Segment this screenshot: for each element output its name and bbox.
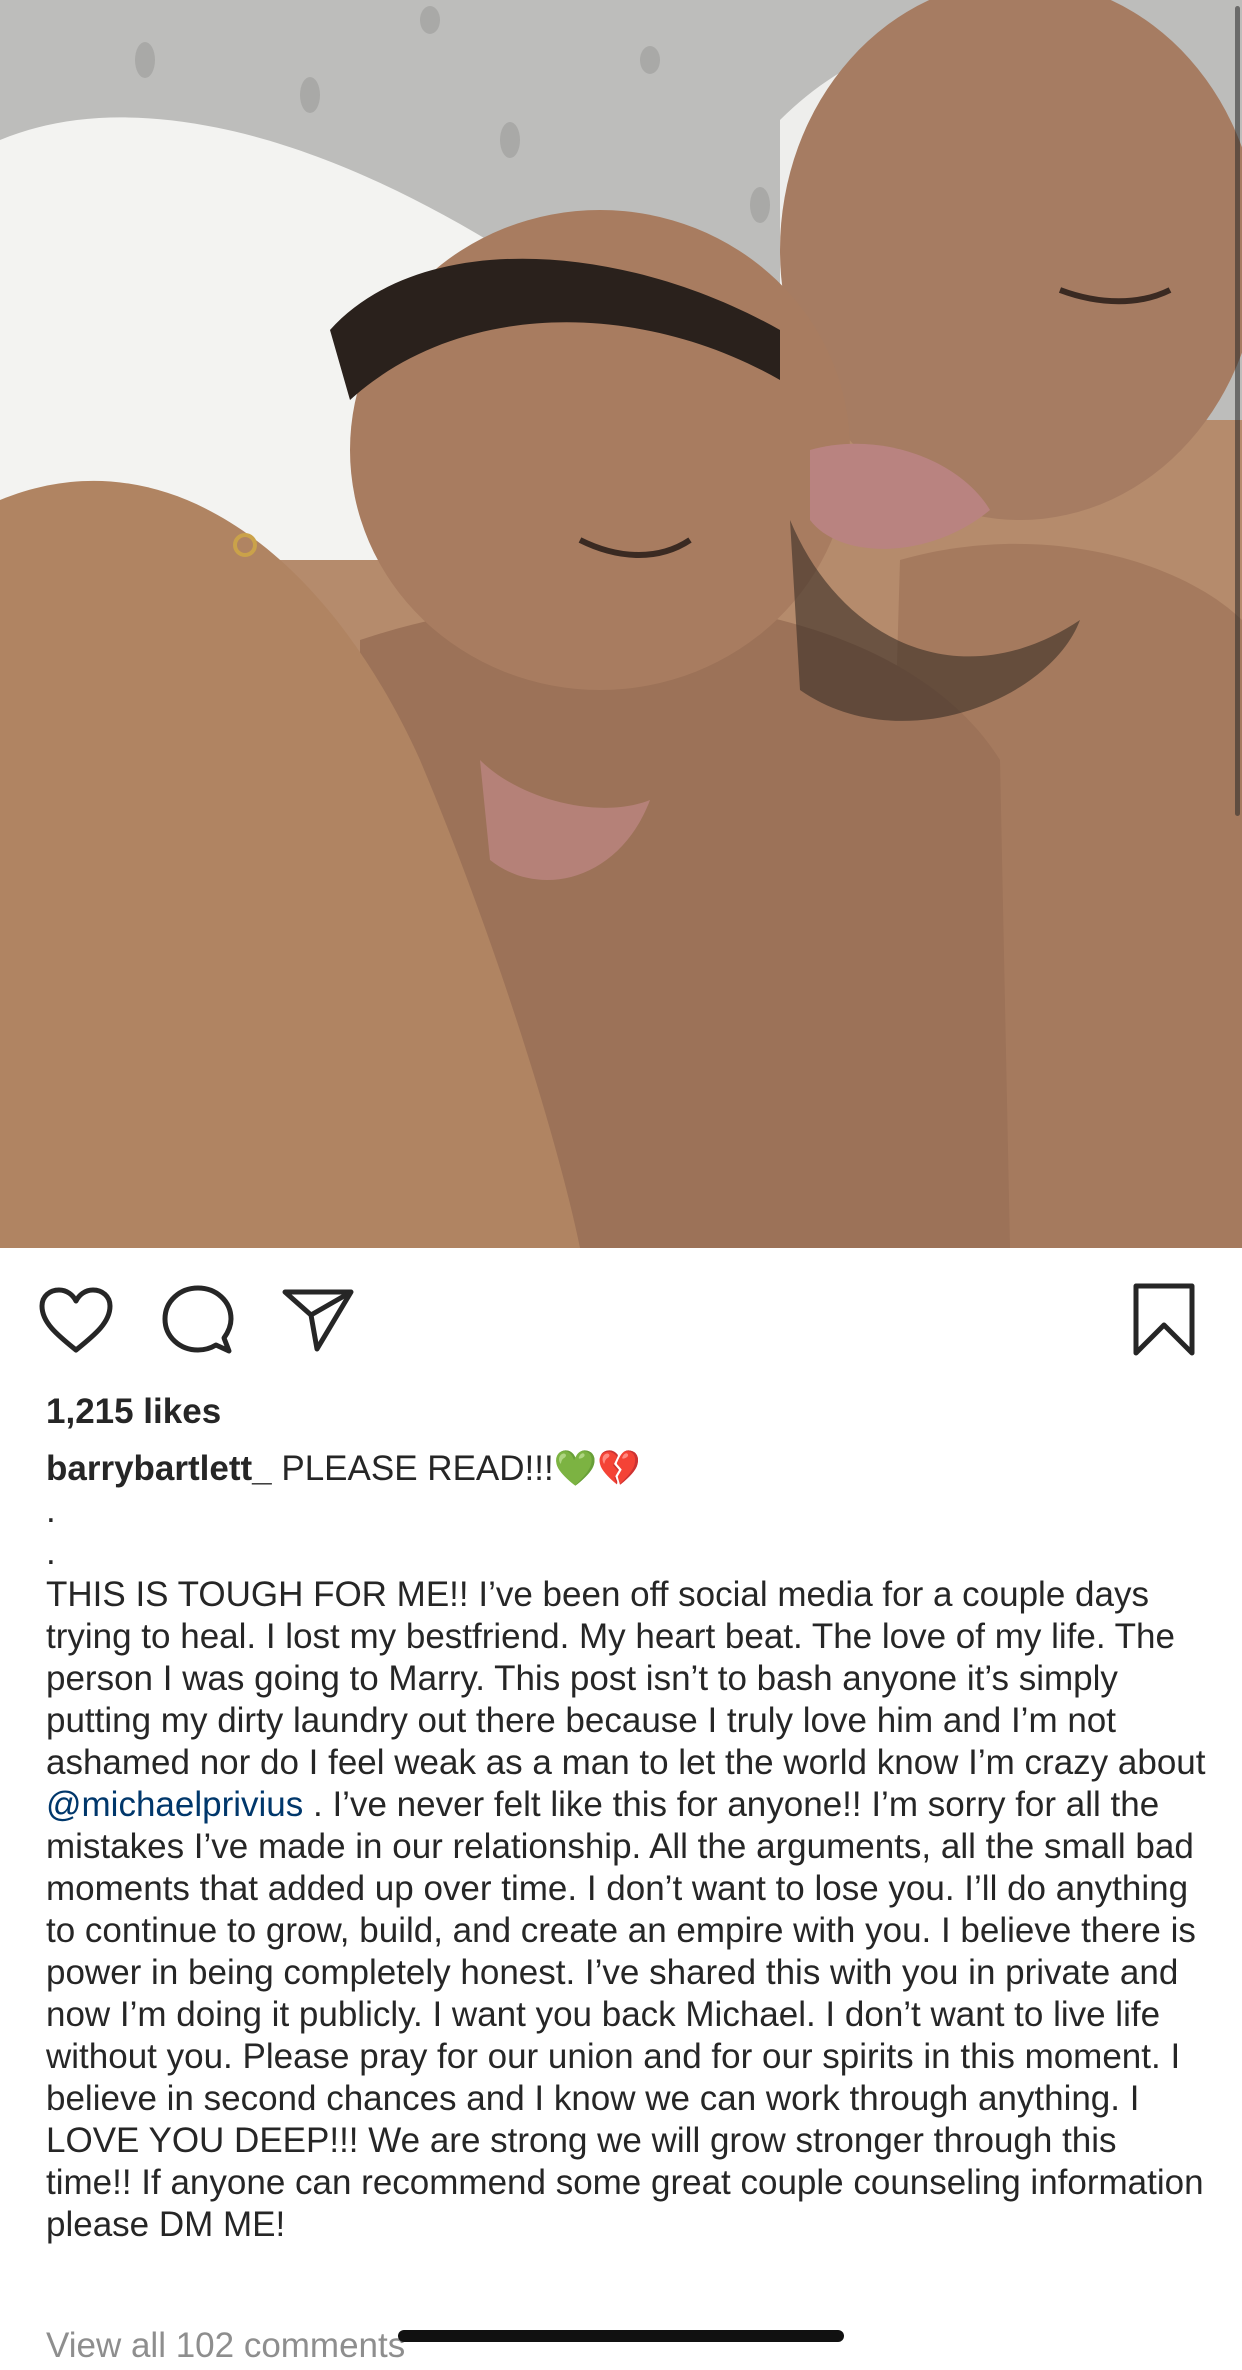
post-action-bar [0,1248,1242,1388]
home-indicator[interactable] [398,2330,844,2342]
broken-heart-icon: 💔 [597,1449,641,1488]
share-button[interactable] [278,1280,358,1360]
caption-body: THIS IS TOUGH FOR ME!! I’ve been off soc… [46,1574,1206,2246]
post-caption: barrybartlett_ PLEASE READ!!!💚💔 . . THIS… [46,1448,1206,2246]
caption-text: . I’ve never felt like this for anyone!!… [46,1785,1204,2244]
bookmark-icon [1133,1283,1195,1356]
heart-icon [39,1287,113,1353]
caption-headline: PLEASE READ!!! [281,1449,554,1488]
paper-plane-icon [282,1289,354,1352]
green-heart-icon: 💚 [553,1449,598,1488]
comment-button[interactable] [158,1280,238,1360]
likes-count[interactable]: 1,215 likes [46,1392,221,1432]
caption-dot-line: . [46,1533,56,1572]
like-button[interactable] [36,1280,116,1360]
caption-text: THIS IS TOUGH FOR ME!! I’ve been off soc… [46,1575,1206,1782]
caption-dot-line: . [46,1491,56,1530]
photo-scroll-indicator [1235,6,1240,816]
comment-bubble-icon [162,1285,234,1354]
user-mention-link[interactable]: @michaelprivius [46,1785,303,1824]
caption-first-line: barrybartlett_ PLEASE READ!!!💚💔 [46,1448,1206,1490]
post-photo-illustration [0,0,1242,1248]
author-username[interactable]: barrybartlett_ [46,1449,272,1488]
post-photo[interactable] [0,0,1242,1248]
save-button[interactable] [1124,1280,1204,1360]
view-all-comments-link[interactable]: View all 102 comments [46,2326,405,2366]
